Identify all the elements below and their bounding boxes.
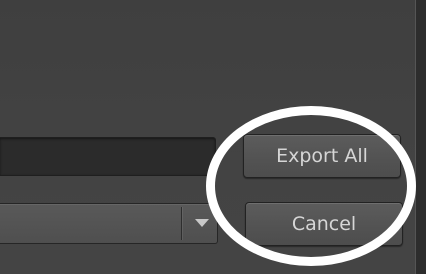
triangle-down-icon[interactable] bbox=[195, 219, 209, 227]
window-edge bbox=[415, 0, 426, 274]
export-dialog: Export All Cancel bbox=[0, 0, 426, 274]
cancel-button[interactable]: Cancel bbox=[245, 202, 403, 246]
name-input[interactable] bbox=[0, 137, 216, 176]
preset-dropdown[interactable] bbox=[0, 203, 218, 244]
export-all-button[interactable]: Export All bbox=[243, 134, 401, 178]
dropdown-separator bbox=[181, 207, 182, 240]
